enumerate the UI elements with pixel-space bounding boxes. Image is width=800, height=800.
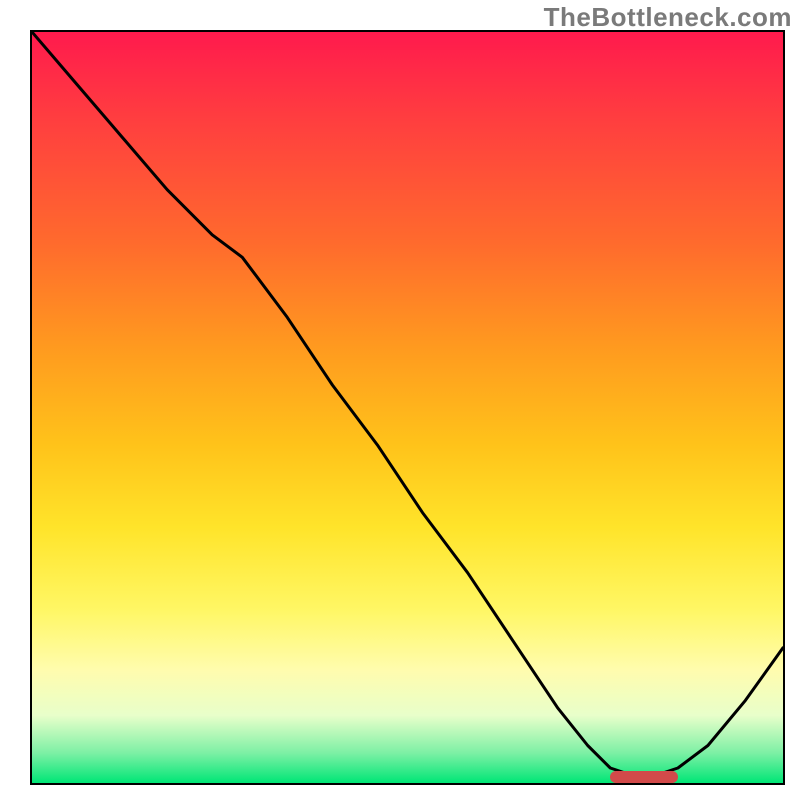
gradient-background	[32, 32, 783, 783]
watermark-text: TheBottleneck.com	[544, 2, 792, 33]
optimal-range-bar	[610, 771, 678, 783]
chart-stage: TheBottleneck.com	[0, 0, 800, 800]
plot-area	[30, 30, 785, 785]
